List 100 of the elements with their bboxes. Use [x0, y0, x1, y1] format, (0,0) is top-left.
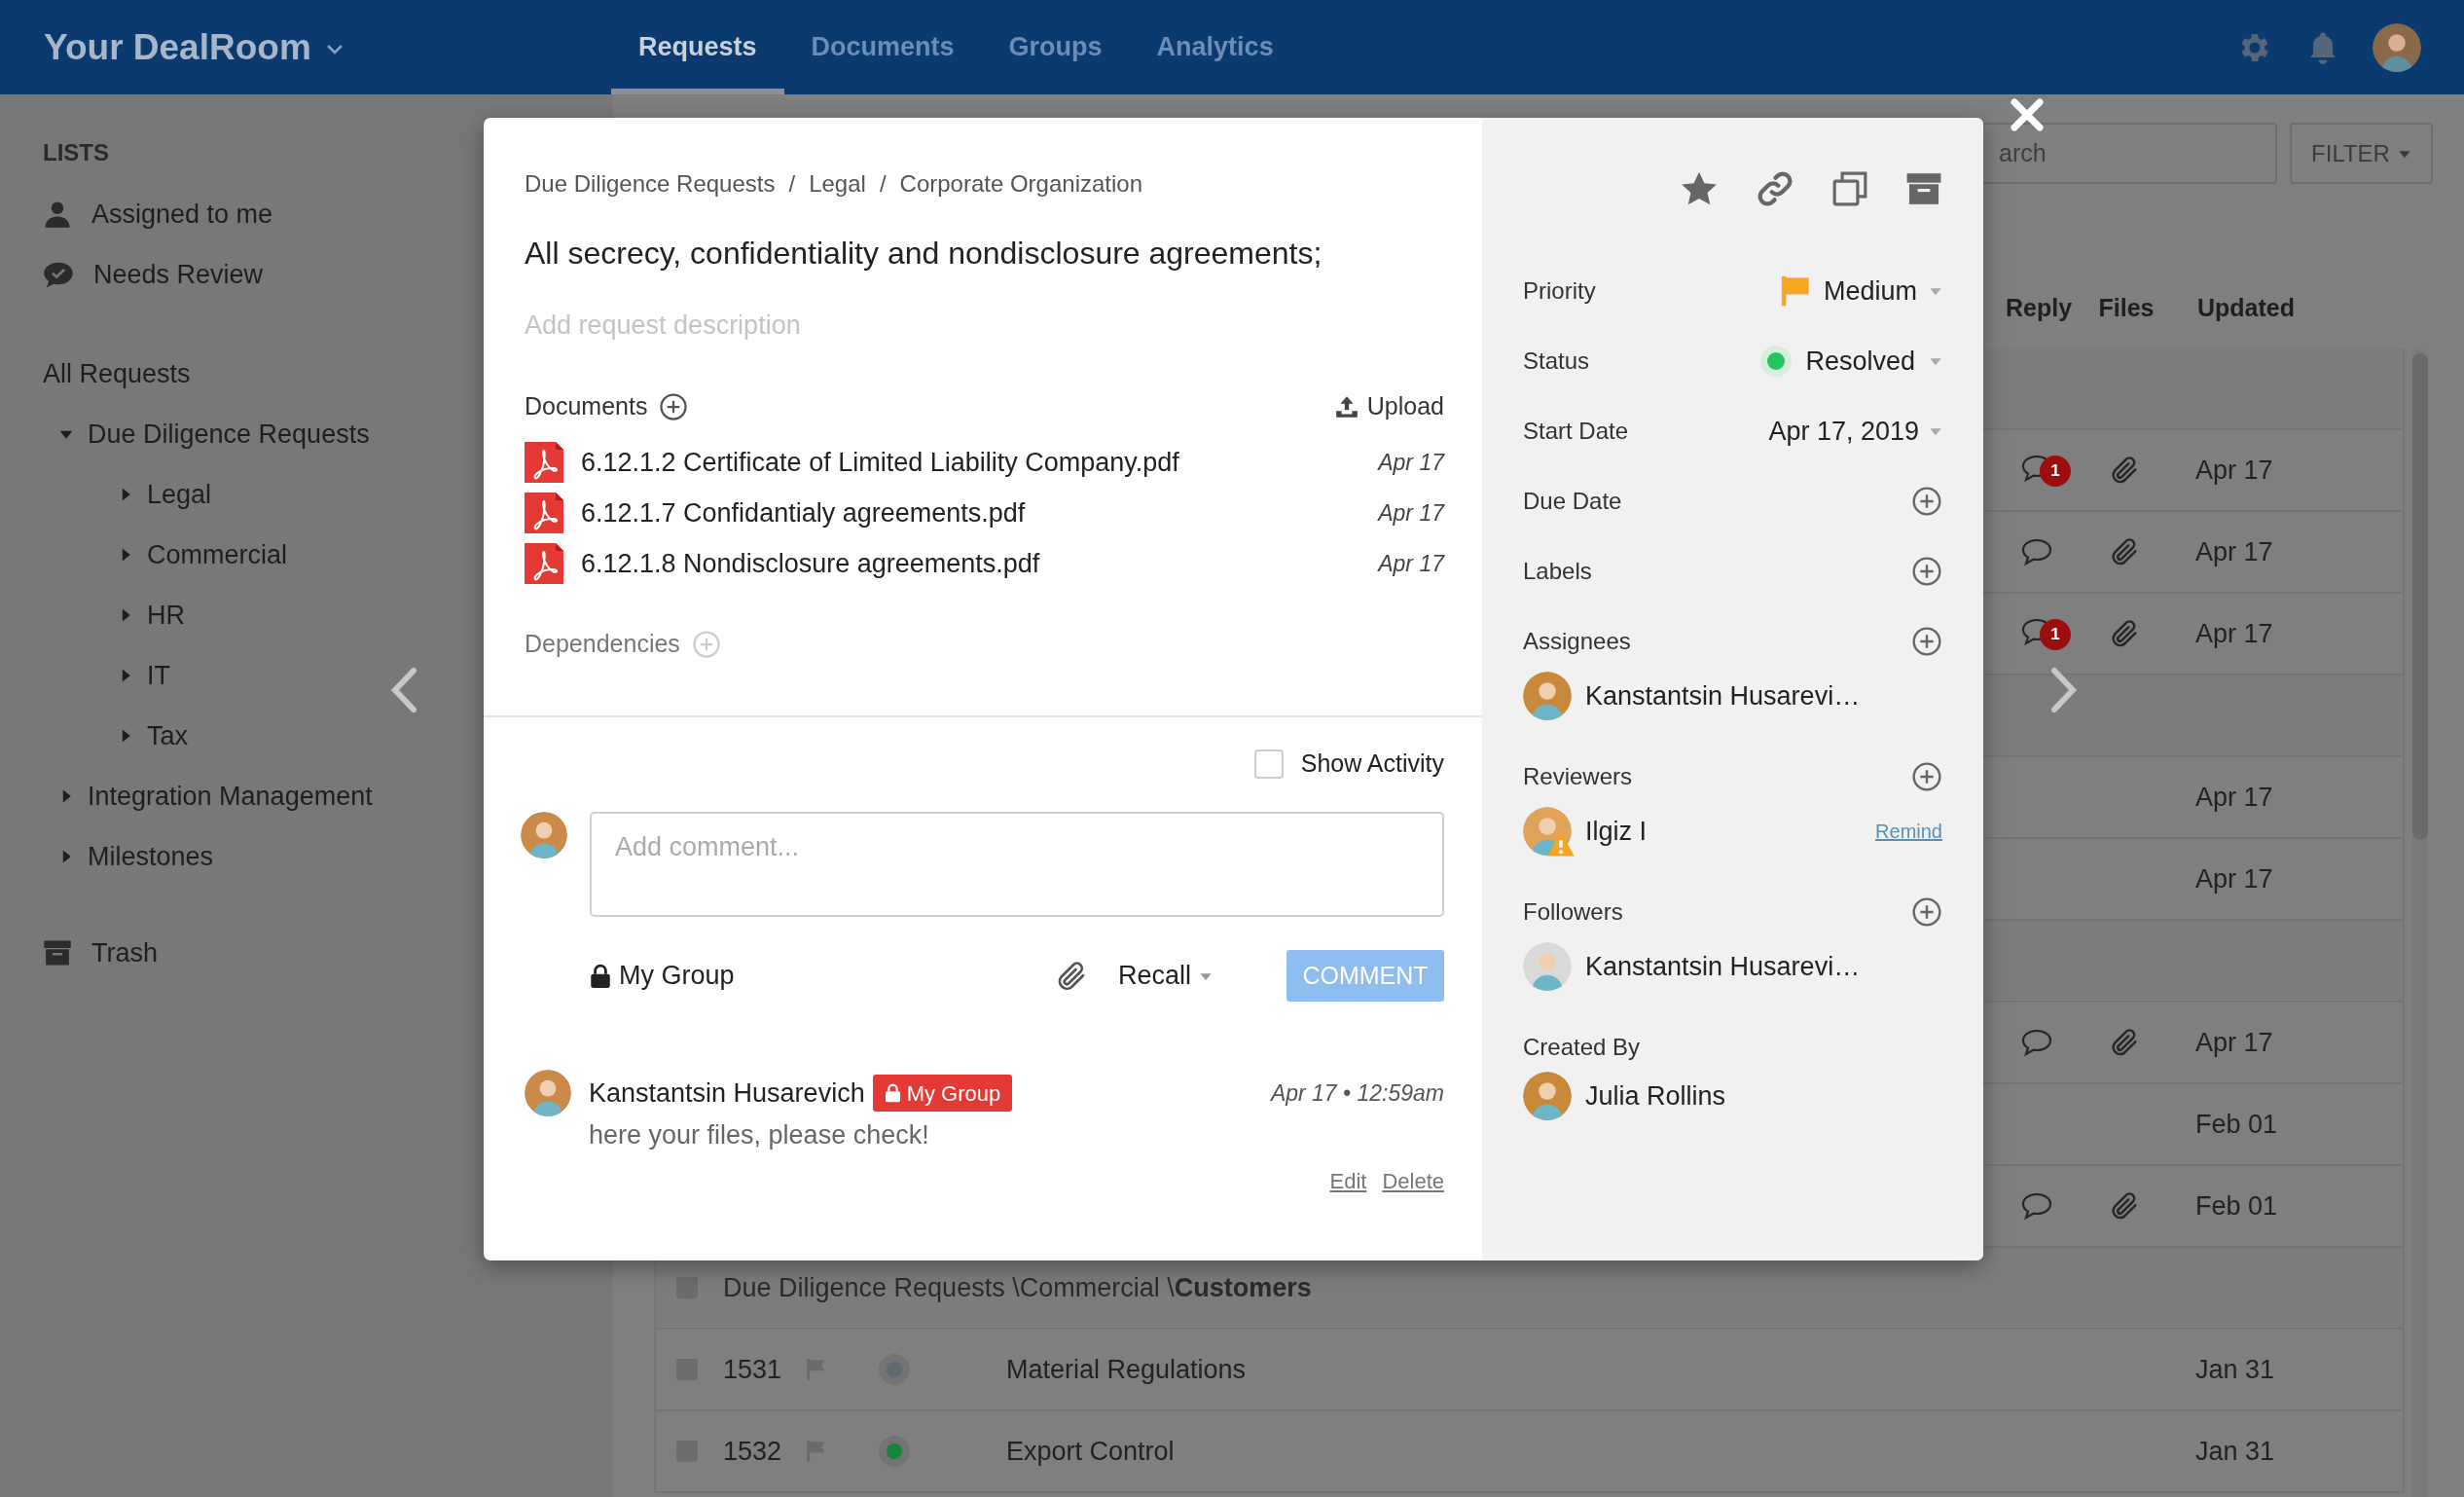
checkbox-label[interactable]: Show Activity: [1300, 746, 1444, 783]
updated-date: Apr 17: [2195, 782, 2273, 812]
unread-badge: 1: [2040, 456, 2071, 487]
group-path[interactable]: Due Diligence Requests \Commercial \Customers: [723, 1272, 1312, 1302]
updated-date: Jan 31: [2195, 1354, 2275, 1384]
section-label: Documents: [525, 391, 648, 422]
avatar: [1523, 942, 1572, 991]
comment-author[interactable]: Kanstantsin Husarevich: [589, 1073, 865, 1114]
updated-date: Feb 01: [2195, 1190, 2278, 1221]
brand-title[interactable]: Your DealRoom: [44, 19, 311, 75]
request-title: All secrecy, confidentiality and nondisclosure agreements;: [525, 235, 1323, 273]
avatar: [1523, 672, 1572, 720]
column-header[interactable]: Files: [2098, 294, 2155, 322]
plus-circle-icon[interactable]: [1911, 486, 1942, 517]
field-label: Due Date: [1523, 487, 1622, 516]
breadcrumb-link[interactable]: Corporate Organization: [899, 166, 1143, 201]
speech-bubble-icon[interactable]: [2020, 537, 2053, 566]
updated-date: Apr 17: [2195, 455, 2273, 485]
group-badge: My Group: [872, 1075, 1013, 1112]
file-link[interactable]: 6.12.1.7 Confidantialy agreements.pdf: [581, 493, 1026, 533]
file-date: Apr 17: [1378, 498, 1444, 528]
breadcrumb-separator: /: [788, 169, 796, 199]
checkbox[interactable]: [1253, 749, 1284, 779]
section-label: Dependencies: [525, 629, 680, 660]
upload-icon: [1333, 394, 1359, 420]
file-date: Apr 17: [1378, 549, 1444, 578]
upload-button[interactable]: Upload: [1333, 388, 1444, 425]
date-dropdown[interactable]: Apr 17, 2019: [1768, 411, 1942, 452]
request-number: 1532: [723, 1436, 782, 1466]
updated-date: Feb 01: [2195, 1109, 2278, 1139]
person-name[interactable]: Kanstantsin Husarevi…: [1585, 946, 1861, 987]
section-heading: LISTS: [43, 138, 110, 167]
lock-icon: [884, 1083, 901, 1103]
tree-item[interactable]: Due Diligence Requests: [88, 414, 370, 455]
plus-circle-icon[interactable]: [659, 392, 689, 421]
plus-circle-icon[interactable]: [1911, 761, 1942, 792]
column-header[interactable]: Updated: [2197, 294, 2295, 322]
star-icon[interactable]: [1680, 170, 1719, 207]
comment-action-link[interactable]: Delete: [1382, 1165, 1444, 1194]
recall-dropdown[interactable]: Recall: [1117, 956, 1213, 996]
close-icon[interactable]: [2010, 97, 2045, 132]
tree-item[interactable]: HR: [147, 595, 185, 636]
plus-circle-icon[interactable]: [1911, 896, 1942, 928]
tree-item[interactable]: IT: [147, 655, 170, 696]
archive-icon[interactable]: [1905, 171, 1942, 206]
person-name[interactable]: Ilgiz I: [1585, 811, 1648, 852]
comment-field[interactable]: Add comment...: [590, 812, 1444, 917]
nav-tab[interactable]: Requests: [611, 0, 784, 94]
field-label: Labels: [1523, 557, 1592, 586]
column-header[interactable]: Reply: [2005, 294, 2073, 322]
plus-circle-icon[interactable]: [1911, 626, 1942, 657]
pdf-file-icon[interactable]: [525, 543, 563, 584]
field-label: Status: [1523, 347, 1590, 376]
field-label: Assignees: [1523, 627, 1631, 656]
updated-date: Apr 17: [2195, 863, 2273, 894]
link-icon[interactable]: [1756, 169, 1794, 208]
avatar: [525, 1070, 571, 1116]
field-label: Reviewers: [1523, 762, 1633, 791]
lock-icon: [590, 963, 611, 989]
pdf-file-icon[interactable]: [525, 442, 563, 483]
tree-item[interactable]: Commercial: [147, 534, 288, 575]
nav-tab[interactable]: Documents: [783, 0, 982, 94]
file-link[interactable]: 6.12.1.2 Certificate of Limited Liability Company.pdf: [581, 442, 1179, 483]
nav-tab[interactable]: Analytics: [1129, 0, 1301, 94]
avatar: [521, 812, 567, 858]
request-title[interactable]: Export Control: [1006, 1436, 1175, 1466]
file-link[interactable]: 6.12.1.8 Nondisclosure agreements.pdf: [581, 543, 1040, 584]
comment-text: here your files, please check!: [589, 1119, 930, 1151]
field-label: Followers: [1523, 897, 1623, 927]
user-avatar[interactable]: [2373, 22, 2421, 72]
speech-bubble-icon[interactable]: [2020, 1028, 2053, 1057]
request-title[interactable]: Material Regulations: [1006, 1354, 1247, 1384]
comment-time: Apr 17 • 12:59am: [1270, 1078, 1444, 1108]
person-name[interactable]: Kanstantsin Husarevi…: [1585, 675, 1861, 716]
tree-item[interactable]: Milestones: [88, 836, 214, 877]
breadcrumb-link[interactable]: Due Diligence Requests: [525, 166, 776, 201]
tree-item[interactable]: Integration Management: [88, 776, 373, 817]
speech-bubble-icon[interactable]: [2020, 1191, 2053, 1221]
updated-date: Jan 31: [2195, 1436, 2275, 1466]
updated-date: Apr 17: [2195, 1027, 2273, 1057]
field-label: Priority: [1523, 276, 1596, 306]
status-dropdown[interactable]: Resolved: [1760, 341, 1942, 382]
nav-tab[interactable]: Groups: [981, 0, 1130, 94]
comment-action-link[interactable]: Edit: [1329, 1165, 1367, 1194]
filter-button[interactable]: FILTER: [2290, 123, 2433, 184]
description-field[interactable]: Add request description: [525, 306, 1444, 345]
file-date: Apr 17: [1378, 448, 1444, 477]
plus-circle-icon[interactable]: [1911, 556, 1942, 587]
chevron-down-icon[interactable]: [324, 42, 344, 56]
tree-item[interactable]: Tax: [147, 715, 189, 756]
remind-link[interactable]: Remind: [1875, 817, 1942, 846]
copy-icon[interactable]: [1831, 170, 1868, 207]
breadcrumb-link[interactable]: Legal: [809, 166, 866, 201]
unread-badge: 1: [2040, 619, 2071, 650]
archive-box-icon: [43, 939, 72, 967]
priority-dropdown[interactable]: Medium: [1778, 271, 1942, 311]
tree-item[interactable]: Legal: [147, 474, 212, 515]
person-name[interactable]: Julia Rollins: [1585, 1076, 1726, 1116]
pdf-file-icon[interactable]: [525, 493, 563, 533]
avatar: [1523, 1072, 1572, 1120]
